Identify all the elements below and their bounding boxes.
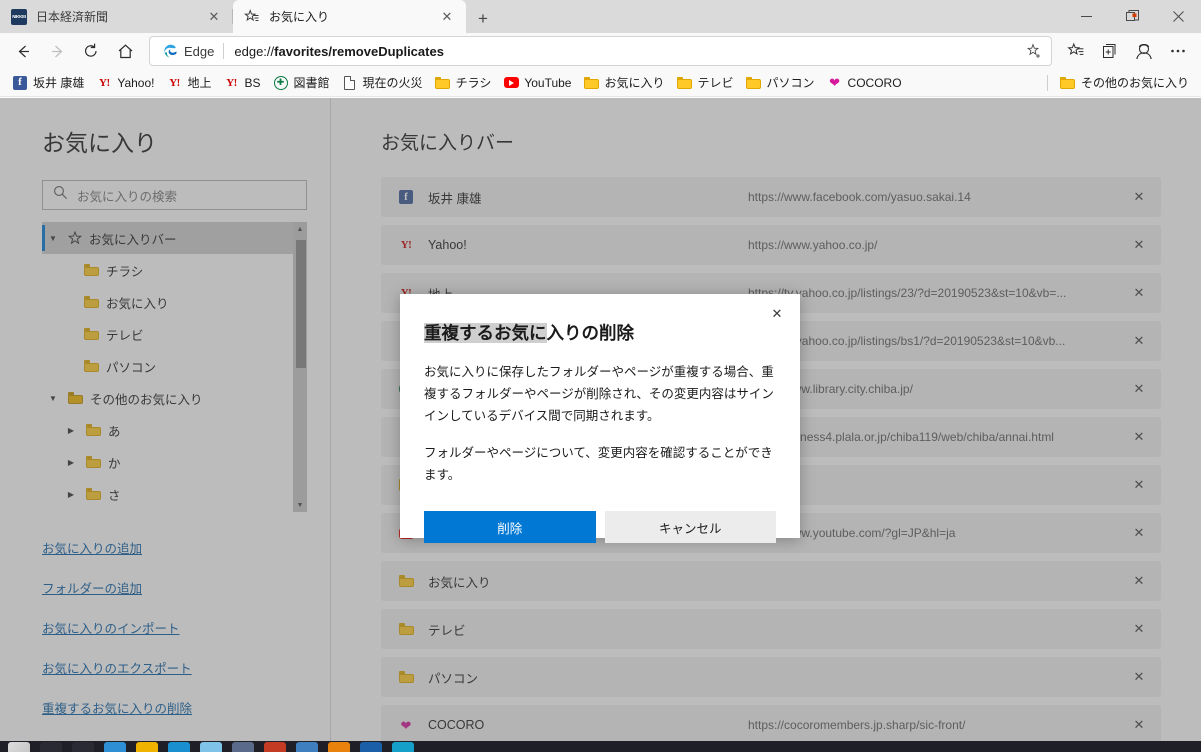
favorites-star-icon <box>244 8 260 25</box>
add-favorite-icon[interactable] <box>1021 39 1047 63</box>
cocoro-heart-icon: ❤ <box>829 75 840 90</box>
omnibox-divider <box>223 43 225 59</box>
forward-button[interactable] <box>40 36 74 66</box>
photos-icon[interactable] <box>296 742 318 752</box>
vlc-icon[interactable] <box>328 742 350 752</box>
bookmark-label: パソコン <box>766 76 815 90</box>
edge-legacy-icon[interactable] <box>168 742 190 752</box>
discord-icon[interactable] <box>232 742 254 752</box>
profile-avatar[interactable] <box>1127 36 1161 66</box>
bookmark-item[interactable]: f 坂井 康雄 <box>6 72 90 93</box>
window-controls <box>1063 0 1201 32</box>
new-tab-button[interactable]: + <box>466 5 500 33</box>
collections-button[interactable] <box>1093 36 1127 66</box>
dialog-buttons: 削除 キャンセル <box>424 511 776 544</box>
browser-toolbar: Edge edge://favorites/removeDuplicates <box>0 33 1201 69</box>
back-button[interactable] <box>6 36 40 66</box>
settings-more-button[interactable] <box>1161 36 1195 66</box>
folder-icon <box>583 75 599 91</box>
dialog-title-highlighted: 重複するお気に <box>424 323 547 343</box>
favorites-page: お気に入り お気に入りの検索 ▼ お気に入りバー チラシ お気に入り テレビ パ… <box>0 98 1201 741</box>
url-text: edge://favorites/removeDuplicates <box>234 43 444 59</box>
paint-icon[interactable] <box>200 742 222 752</box>
close-icon[interactable]: ✕ <box>764 302 790 326</box>
bookmark-label: チラシ <box>455 76 492 90</box>
edge-brand-label: Edge <box>184 43 215 59</box>
browser-tab-nikkei[interactable]: NIKKEI 日本経済新聞 ✕ <box>0 0 233 33</box>
bookmark-label: 現在の火災 <box>362 76 423 90</box>
browser-tab-favorites[interactable]: お気に入り ✕ <box>233 0 466 33</box>
edge-logo-icon <box>162 43 178 59</box>
tab-close-icon[interactable]: ✕ <box>203 6 225 28</box>
tab-strip: NIKKEI 日本経済新聞 ✕ お気に入り ✕ + <box>0 0 1201 33</box>
nikkei-icon: NIKKEI <box>11 8 27 25</box>
outlook-icon[interactable] <box>360 742 382 752</box>
bookmark-label: BS <box>244 75 261 90</box>
dialog-body: お気に入りに保存したフォルダーやページが重複する場合、重複するフォルダーやページ… <box>424 362 776 486</box>
tab-title: お気に入り <box>269 10 330 24</box>
bookmark-item[interactable]: ❤ COCORO <box>821 73 908 93</box>
tab-title: 日本経済新聞 <box>36 10 109 24</box>
bookmarks-divider <box>1046 74 1048 91</box>
bookmark-label: 坂井 康雄 <box>33 76 85 90</box>
bookmarks-bar: f 坂井 康雄 Y! Yahoo! Y! 地上 Y! BS ✚ 図書館 現在の火… <box>0 69 1201 97</box>
bookmark-label: 図書館 <box>293 76 330 90</box>
bookmark-label: YouTube <box>524 75 572 90</box>
search-icon[interactable] <box>40 742 62 752</box>
bookmark-item[interactable]: チラシ <box>429 72 498 93</box>
remove-duplicates-dialog: ✕ 重複するお気に入りの削除 お気に入りに保存したフォルダーやページが重複する場… <box>400 294 800 544</box>
bookmark-item[interactable]: 現在の火災 <box>336 72 429 93</box>
bookmark-label: お気に入り <box>604 76 665 90</box>
dialog-title: 重複するお気に入りの削除 <box>424 320 776 345</box>
close-window-button[interactable] <box>1155 0 1201 32</box>
confirm-delete-button[interactable]: 削除 <box>424 511 596 544</box>
dialog-paragraph-2: フォルダーやページについて、変更内容を確認することができます。 <box>424 445 773 482</box>
bookmark-item[interactable]: テレビ <box>671 72 740 93</box>
library-icon: ✚ <box>273 75 289 91</box>
bookmark-item[interactable]: ✚ 図書館 <box>267 72 336 93</box>
address-bar[interactable]: Edge edge://favorites/removeDuplicates <box>150 37 1051 65</box>
cancel-button[interactable]: キャンセル <box>604 511 776 544</box>
start-icon[interactable] <box>8 742 30 752</box>
dialog-paragraph-1: お気に入りに保存したフォルダーやページが重複する場合、重複するフォルダーやページ… <box>424 365 774 423</box>
bookmark-label: その他のお気に入り <box>1080 76 1189 90</box>
yahoo-icon: Y! <box>226 76 237 89</box>
bookmark-item[interactable]: パソコン <box>740 72 821 93</box>
restore-button[interactable] <box>1109 0 1155 32</box>
bookmark-other-favorites[interactable]: その他のお気に入り <box>1054 72 1195 93</box>
ie-icon[interactable] <box>104 742 126 752</box>
bookmark-item[interactable]: お気に入り <box>577 72 670 93</box>
bookmark-label: COCORO <box>847 75 902 90</box>
facebook-icon: f <box>12 75 28 91</box>
explorer-icon[interactable] <box>136 742 158 752</box>
favorites-button[interactable] <box>1059 36 1093 66</box>
bookmark-label: Yahoo! <box>117 75 155 90</box>
news-icon[interactable] <box>264 742 286 752</box>
bookmark-label: テレビ <box>697 76 734 90</box>
folder-icon <box>746 75 762 91</box>
dialog-title-rest: 入りの削除 <box>546 323 635 343</box>
bookmark-item[interactable]: Y! Yahoo! <box>90 73 160 93</box>
home-button[interactable] <box>108 36 142 66</box>
bookmark-item[interactable]: Y! 地上 <box>161 72 218 93</box>
refresh-button[interactable] <box>74 36 108 66</box>
folder-icon <box>677 75 693 91</box>
yahoo-icon: Y! <box>99 76 110 89</box>
bookmark-item[interactable]: YouTube <box>497 73 577 93</box>
tab-close-icon[interactable]: ✕ <box>436 6 458 28</box>
bookmark-item[interactable]: Y! BS <box>218 73 267 93</box>
task-view-icon[interactable] <box>72 742 94 752</box>
minimize-button[interactable] <box>1063 0 1109 32</box>
edge-icon[interactable] <box>392 742 414 752</box>
document-icon <box>342 75 358 91</box>
bookmark-label: 地上 <box>187 76 212 90</box>
folder-icon <box>1060 75 1076 91</box>
yahoo-icon: Y! <box>169 76 180 89</box>
youtube-icon <box>503 75 519 91</box>
windows-taskbar <box>0 741 1201 752</box>
folder-icon <box>435 75 451 91</box>
